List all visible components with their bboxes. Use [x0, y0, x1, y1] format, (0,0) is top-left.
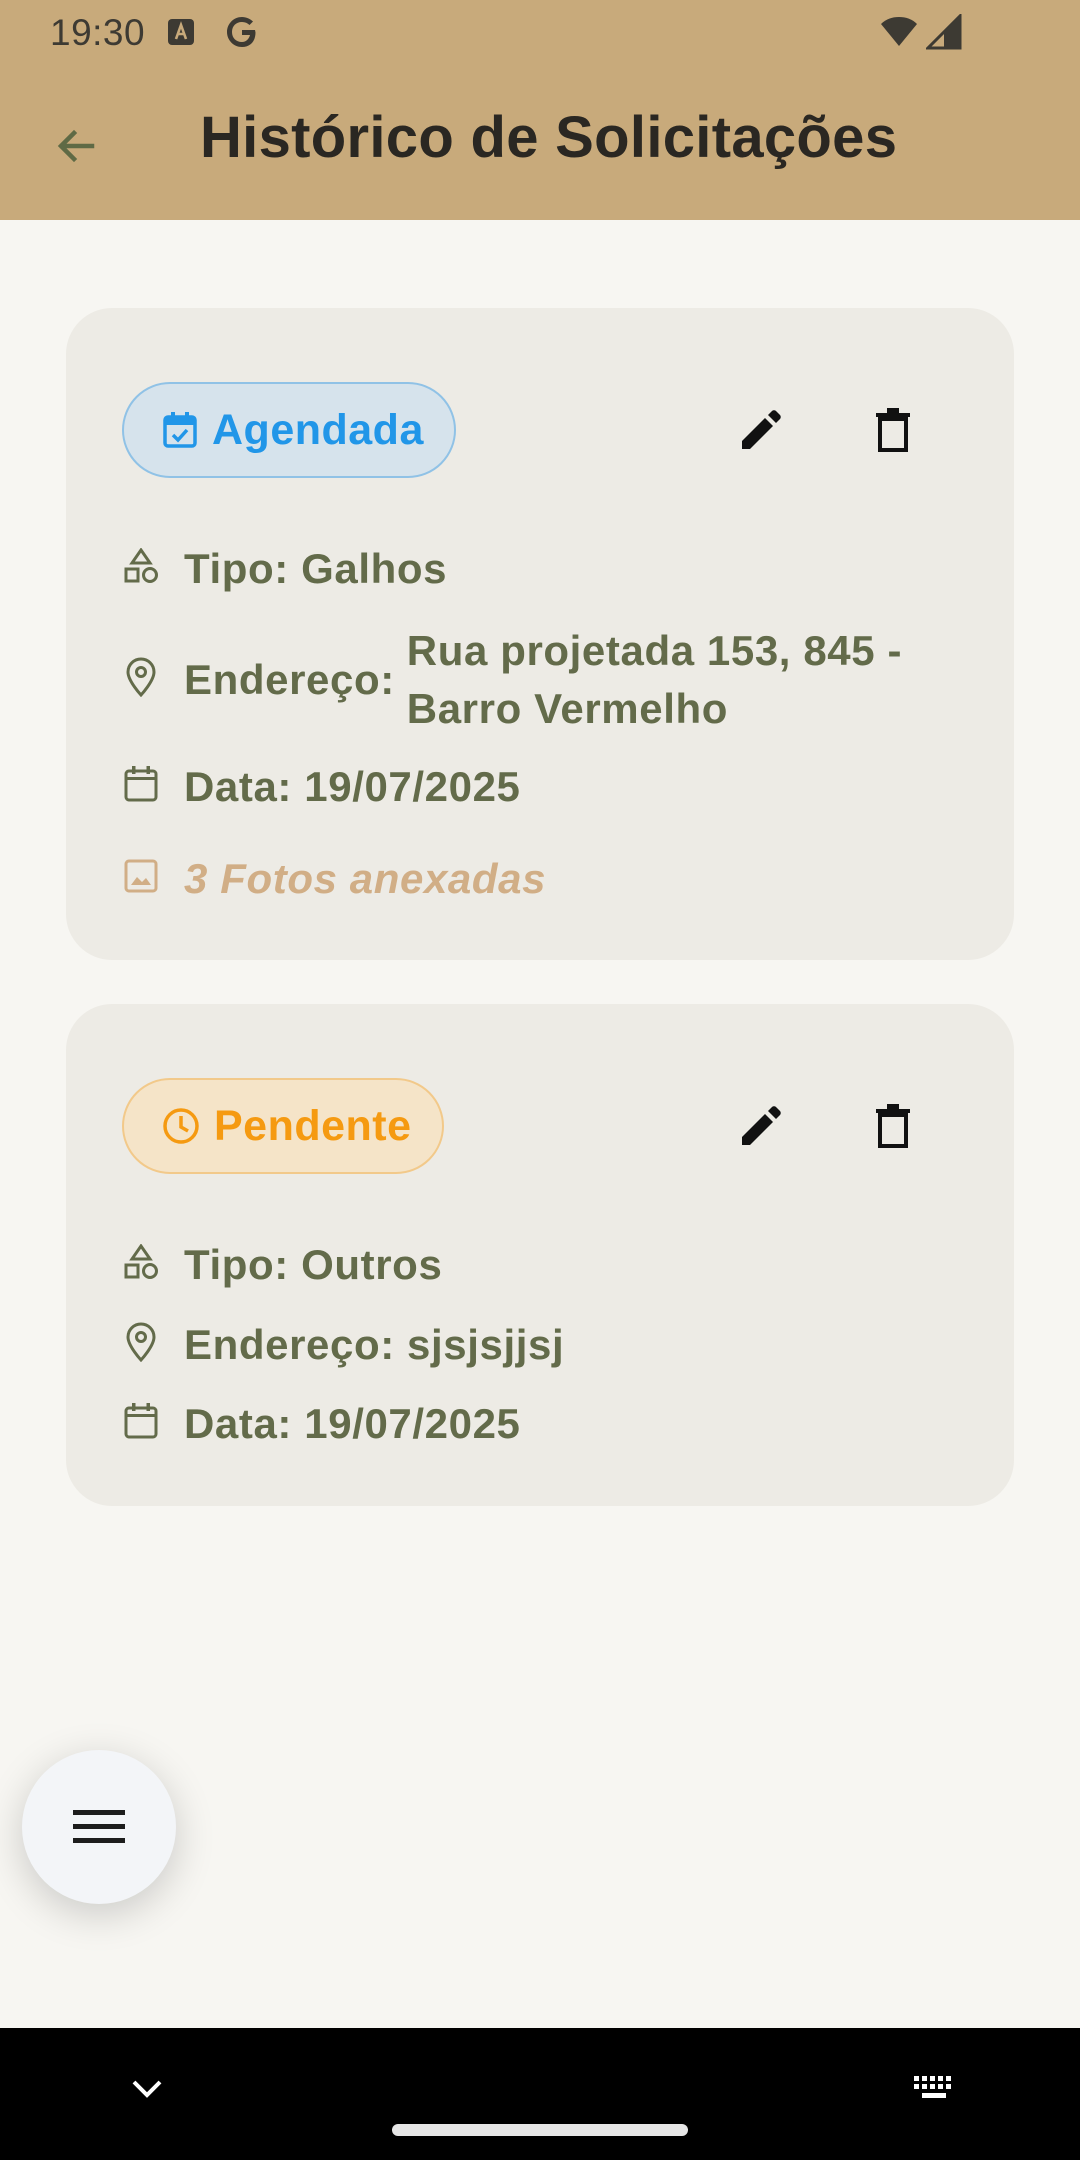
delete-button[interactable]: [851, 388, 935, 472]
type-row: Tipo: Outros: [120, 1236, 442, 1294]
system-nav-bar: [0, 2028, 1080, 2160]
date-text: Data: 19/07/2025: [184, 763, 521, 810]
menu-fab[interactable]: [22, 1750, 176, 1904]
keyboard-icon[interactable]: [912, 2072, 956, 2106]
type-text: Tipo: Galhos: [184, 545, 448, 592]
address-value: Rua projetada 153, 845 - Barro Vermelho: [406, 627, 903, 732]
address-row: Endereço: sjsjsjjsj: [120, 1316, 564, 1374]
status-badge-scheduled: Agendada: [122, 382, 456, 478]
pencil-icon: [742, 410, 781, 449]
address-row: Endereço: Rua projetada 153, 845 - Barro…: [120, 622, 947, 738]
edit-button[interactable]: [719, 1084, 803, 1168]
category-icon: [120, 545, 162, 587]
back-button[interactable]: [40, 110, 112, 182]
photos-row[interactable]: 3 Fotos anexadas: [120, 850, 546, 908]
status-time: 19:30: [50, 12, 146, 53]
address-label: Endereço:: [184, 656, 395, 703]
request-card[interactable]: Pendente Tipo: Outros Endereço: sjsjsjjs…: [66, 1004, 1014, 1506]
app-bar: 19:30 Histórico de Solicitações: [0, 0, 1080, 220]
calendar-icon: [120, 1400, 162, 1442]
calendar-icon: [120, 763, 162, 805]
date-row: Data: 19/07/2025: [120, 758, 521, 816]
type-text: Tipo: Outros: [184, 1241, 443, 1288]
page-title: Histórico de Solicitações: [200, 105, 898, 170]
clock-icon: [162, 1106, 200, 1146]
status-bar: 19:30: [0, 0, 1080, 66]
location-pin-icon: [120, 1321, 162, 1363]
address-text: Endereço: sjsjsjjsj: [184, 1321, 565, 1368]
google-notification-icon: [227, 17, 256, 47]
location-pin-icon: [120, 656, 162, 698]
category-icon: [120, 1241, 162, 1283]
status-label: Agendada: [212, 405, 424, 454]
arrow-back-icon: [57, 129, 95, 163]
image-icon: [120, 855, 162, 897]
date-row: Data: 19/07/2025: [120, 1395, 521, 1453]
wifi-icon: [881, 17, 917, 46]
signal-icon: [926, 14, 962, 50]
pencil-icon: [742, 1106, 781, 1145]
home-handle[interactable]: [392, 2124, 688, 2136]
calendar-check-icon: [162, 410, 198, 450]
photos-text: 3 Fotos anexadas: [184, 855, 547, 902]
status-badge-pending: Pendente: [122, 1078, 444, 1174]
status-label: Pendente: [214, 1101, 412, 1150]
type-row: Tipo: Galhos: [120, 540, 447, 598]
trash-icon: [876, 1104, 910, 1148]
trash-icon: [876, 408, 910, 452]
request-card[interactable]: Agendada Tipo: Galhos Endereço: Rua proj…: [66, 308, 1014, 960]
delete-button[interactable]: [851, 1084, 935, 1168]
menu-icon: [73, 1810, 125, 1843]
accessibility-notification-icon: [168, 19, 194, 45]
edit-button[interactable]: [719, 388, 803, 472]
date-text: Data: 19/07/2025: [184, 1400, 521, 1447]
chevron-down-icon[interactable]: [126, 2068, 168, 2110]
